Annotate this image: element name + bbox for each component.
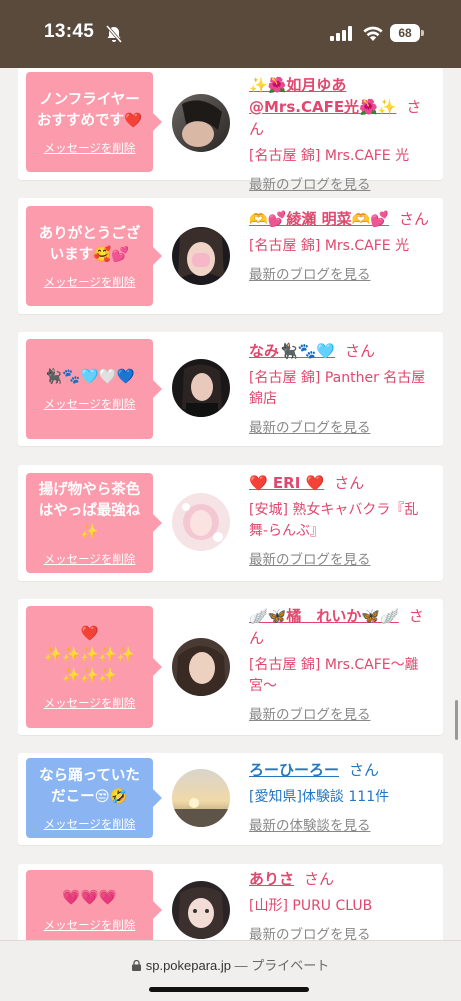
message-card: 揚げ物やら茶色はやっぱ最強ね✨ メッセージを削除 ❤️ ERI ❤️ さん [安城… <box>18 465 443 581</box>
sender-info: 🫶💕綾瀬 明菜🫶💕 さん [名古屋 錦] Mrs.CAFE 光 最新のブログを見る <box>249 208 435 283</box>
shop-label: [安城] 熟女キャバクラ『乱舞-らんぶ』 <box>249 502 419 539</box>
message-text: 🐈‍⬛🐾🩵🤍💙 <box>44 369 135 385</box>
message-card: 💗💗💗 メッセージを削除 ありさ さん [山形] PURU CLUB 最新のブログ… <box>18 864 443 940</box>
wifi-icon <box>363 26 383 41</box>
sender-name-link[interactable]: ✨🌺如月ゆあ@Mrs.CAFE光🌺✨ <box>249 76 396 116</box>
latest-blog-link[interactable]: 最新のブログを見る <box>249 263 371 283</box>
shop-label: [名古屋 錦] Panther 名古屋錦店 <box>249 370 426 407</box>
sender-info: 🪽🦋橘 れいか🦋🪽 さん [名古屋 錦] Mrs.CAFE〜離宮〜 最新のブログを… <box>249 605 435 723</box>
message-card: ❤️ ✨✨✨✨✨ ✨✨✨ メッセージを削除 🪽🦋橘 れいか🦋🪽 さん [名古屋 錦… <box>18 599 443 735</box>
avatar[interactable] <box>172 359 230 417</box>
clock: 13:45 <box>44 21 95 42</box>
message-bubble: ノンフライヤーおすすめです❤️ メッセージを削除 <box>26 72 162 172</box>
honorific: さん <box>345 342 376 360</box>
message-card: 🐈‍⬛🐾🩵🤍💙 メッセージを削除 なみ🐈‍⬛🐾🩵 さん [名古屋 錦] Panth… <box>18 332 443 446</box>
battery-cap <box>421 30 424 36</box>
sender-name-link[interactable]: ろーひーろー <box>249 761 339 779</box>
battery-indicator: 68 <box>390 24 420 42</box>
home-indicator[interactable] <box>149 987 309 992</box>
delete-message-link[interactable]: メッセージを削除 <box>44 918 136 932</box>
honorific: さん <box>349 761 380 779</box>
message-text: なら踊っていただこー😒🤣 <box>39 767 140 805</box>
shop-label: [名古屋 錦] Mrs.CAFE〜離宮〜 <box>249 657 419 694</box>
url-text: sp.pokepara.jp <box>145 958 232 973</box>
delete-message-link[interactable]: メッセージを削除 <box>44 552 136 566</box>
sender-name-link[interactable]: なみ🐈‍⬛🐾🩵 <box>249 342 335 360</box>
cellular-signal-icon <box>330 26 352 41</box>
shop-label: [名古屋 錦] Mrs.CAFE 光 <box>249 238 410 254</box>
message-card: なら踊っていただこー😒🤣 メッセージを削除 ろーひーろー さん [愛知県]体験談 … <box>18 753 443 845</box>
avatar[interactable] <box>172 881 230 939</box>
shop-label: [名古屋 錦] Mrs.CAFE 光 <box>249 148 410 164</box>
message-bubble: 🐈‍⬛🐾🩵🤍💙 メッセージを削除 <box>26 339 162 439</box>
url-separator: — <box>231 958 252 973</box>
delete-message-link[interactable]: メッセージを削除 <box>44 817 136 831</box>
message-feed[interactable]: ノンフライヤーおすすめです❤️ メッセージを削除 ✨🌺如月ゆあ@Mrs.CAFE… <box>0 68 461 940</box>
bell-muted-icon <box>105 25 123 43</box>
avatar[interactable] <box>172 94 230 152</box>
message-text: ❤️ ✨✨✨✨✨ ✨✨✨ <box>44 626 135 684</box>
latest-blog-link[interactable]: 最新のブログを見る <box>249 923 371 940</box>
honorific: さん <box>398 210 429 228</box>
message-bubble: ❤️ ✨✨✨✨✨ ✨✨✨ メッセージを削除 <box>26 606 162 728</box>
message-card: ノンフライヤーおすすめです❤️ メッセージを削除 ✨🌺如月ゆあ@Mrs.CAFE… <box>18 68 443 193</box>
message-bubble: 💗💗💗 メッセージを削除 <box>26 870 162 940</box>
latest-blog-link[interactable]: 最新のブログを見る <box>249 548 371 568</box>
delete-message-link[interactable]: メッセージを削除 <box>44 141 136 155</box>
url-display[interactable]: sp.pokepara.jp — プライベート <box>0 955 461 974</box>
sender-name-link[interactable]: ❤️ ERI ❤️ <box>249 474 324 492</box>
sender-name-link[interactable]: 🫶💕綾瀬 明菜🫶💕 <box>249 210 389 228</box>
private-mode-label: プライベート <box>251 958 330 973</box>
latest-blog-link[interactable]: 最新のブログを見る <box>249 416 371 436</box>
sender-info: ありさ さん [山形] PURU CLUB 最新のブログを見る <box>249 868 435 940</box>
message-text: 揚げ物やら茶色はやっぱ最強ね✨ <box>38 482 141 540</box>
delete-message-link[interactable]: メッセージを削除 <box>44 275 136 289</box>
message-text: ありがとうございます🥰💕 <box>38 225 141 263</box>
message-text: ノンフライヤーおすすめです❤️ <box>36 91 143 129</box>
avatar[interactable] <box>172 769 230 827</box>
sender-info: ✨🌺如月ゆあ@Mrs.CAFE光🌺✨ さん [名古屋 錦] Mrs.CAFE 光 … <box>249 74 435 193</box>
scrollbar[interactable] <box>455 700 458 740</box>
sender-info: なみ🐈‍⬛🐾🩵 さん [名古屋 錦] Panther 名古屋錦店 最新のブログを見… <box>249 340 435 436</box>
message-bubble: ありがとうございます🥰💕 メッセージを削除 <box>26 206 162 306</box>
status-bar: 13:45 68 <box>0 0 461 68</box>
sender-name-link[interactable]: 🪽🦋橘 れいか🦋🪽 <box>249 607 399 625</box>
delete-message-link[interactable]: メッセージを削除 <box>44 397 136 411</box>
browser-address-bar[interactable]: sp.pokepara.jp — プライベート <box>0 940 461 1001</box>
sender-info: ❤️ ERI ❤️ さん [安城] 熟女キャバクラ『乱舞-らんぶ』 最新のブログを… <box>249 472 435 568</box>
lock-icon <box>131 959 141 971</box>
latest-blog-link[interactable]: 最新のブログを見る <box>249 703 371 723</box>
avatar[interactable] <box>172 493 230 551</box>
sender-info: ろーひーろー さん [愛知県]体験談 111件 最新の体験談を見る <box>249 759 435 834</box>
latest-review-link[interactable]: 最新の体験談を見る <box>249 814 371 834</box>
message-bubble: なら踊っていただこー😒🤣 メッセージを削除 <box>26 758 162 838</box>
sender-name-link[interactable]: ありさ <box>249 870 294 888</box>
latest-blog-link[interactable]: 最新のブログを見る <box>249 173 371 193</box>
message-text: 💗💗💗 <box>62 890 117 906</box>
avatar[interactable] <box>172 227 230 285</box>
avatar[interactable] <box>172 638 230 696</box>
delete-message-link[interactable]: メッセージを削除 <box>44 696 136 710</box>
message-card: ありがとうございます🥰💕 メッセージを削除 🫶💕綾瀬 明菜🫶💕 さん [名古屋 錦… <box>18 198 443 314</box>
shop-label: [愛知県]体験談 111件 <box>249 789 390 805</box>
honorific: さん <box>304 870 335 888</box>
message-bubble: 揚げ物やら茶色はやっぱ最強ね✨ メッセージを削除 <box>26 473 162 573</box>
honorific: さん <box>334 474 365 492</box>
shop-label: [山形] PURU CLUB <box>249 898 373 914</box>
